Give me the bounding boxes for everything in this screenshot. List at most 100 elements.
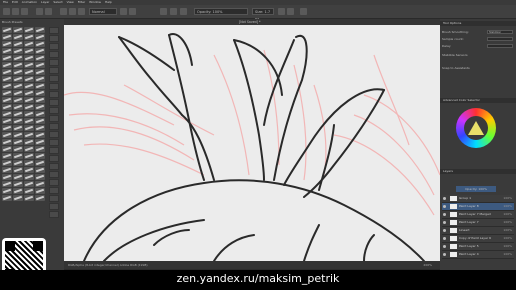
opacity-slider[interactable]: Opacity: 100% [194, 8, 248, 15]
menu-select[interactable]: Select [53, 0, 62, 4]
brush-preset-item[interactable] [35, 34, 45, 40]
brush-preset-item[interactable] [13, 139, 23, 145]
tool-button[interactable] [49, 131, 59, 138]
flip-v-icon[interactable] [287, 8, 294, 15]
menu-view[interactable]: View [67, 0, 74, 4]
wrap-icon[interactable] [300, 8, 307, 15]
stabilize-sensors-row[interactable]: Stabilize Sensors [442, 52, 514, 58]
brush-preset-item[interactable] [13, 195, 23, 201]
tool-button[interactable] [49, 51, 59, 58]
layer-row[interactable]: Group 1 100% [442, 195, 514, 203]
visibility-eye-icon[interactable] [443, 197, 446, 200]
brush-preset-item[interactable] [35, 174, 45, 180]
brush-preset-item[interactable] [24, 153, 34, 159]
brush-preset-item[interactable] [2, 174, 12, 180]
brush-preset-icon[interactable] [78, 8, 85, 15]
brush-preset-item[interactable] [13, 125, 23, 131]
tool-button[interactable] [49, 27, 59, 34]
smoothing-mode-select[interactable]: Stabilizer [487, 30, 513, 34]
layer-row[interactable]: Paint Layer 7 100% [442, 219, 514, 227]
color-triangle-area[interactable] [464, 116, 488, 140]
brush-preset-item[interactable] [13, 167, 23, 173]
brush-preset-item[interactable] [13, 160, 23, 166]
brush-preset-item[interactable] [35, 146, 45, 152]
brush-preset-item[interactable] [13, 111, 23, 117]
menu-animation[interactable]: Animation [22, 0, 37, 4]
brush-preset-item[interactable] [24, 160, 34, 166]
layer-row[interactable]: Paint Layer 7 Merged 100% [442, 211, 514, 219]
brush-preset-item[interactable] [2, 153, 12, 159]
sample-count-slider[interactable] [487, 37, 513, 41]
brush-preset-item[interactable] [24, 97, 34, 103]
tool-button[interactable] [49, 43, 59, 50]
brush-preset-item[interactable] [13, 62, 23, 68]
brush-preset-item[interactable] [35, 55, 45, 61]
brush-preset-item[interactable] [24, 69, 34, 75]
brush-preset-item[interactable] [13, 41, 23, 47]
brush-preset-item[interactable] [24, 104, 34, 110]
layer-row[interactable]: Copy of Paint Layer 6 100% [442, 235, 514, 243]
brush-preset-item[interactable] [35, 41, 45, 47]
brush-preset-item[interactable] [35, 83, 45, 89]
brush-preset-item[interactable] [13, 146, 23, 152]
color-triangle[interactable] [468, 121, 484, 135]
brush-preset-item[interactable] [24, 41, 34, 47]
tool-button[interactable] [49, 147, 59, 154]
zoom-level[interactable]: 200% [423, 261, 432, 269]
tool-button[interactable] [49, 139, 59, 146]
menu-help[interactable]: Help [105, 0, 112, 4]
canvas-drawing[interactable] [64, 25, 440, 261]
brush-preset-item[interactable] [35, 181, 45, 187]
brush-preset-item[interactable] [24, 188, 34, 194]
brush-preset-item[interactable] [24, 195, 34, 201]
brush-preset-item[interactable] [35, 27, 45, 33]
brush-preset-item[interactable] [35, 111, 45, 117]
brush-preset-item[interactable] [13, 55, 23, 61]
brush-preset-item[interactable] [35, 62, 45, 68]
visibility-eye-icon[interactable] [443, 221, 446, 224]
brush-preset-item[interactable] [24, 62, 34, 68]
brush-preset-item[interactable] [35, 104, 45, 110]
brush-preset-item[interactable] [24, 48, 34, 54]
brush-preset-item[interactable] [2, 160, 12, 166]
size-slider[interactable]: Size: 1.7 px [252, 8, 274, 21]
brush-preset-item[interactable] [2, 104, 12, 110]
new-document-icon[interactable] [3, 8, 10, 15]
tool-button[interactable] [49, 99, 59, 106]
brush-preset-item[interactable] [2, 146, 12, 152]
brush-icon[interactable] [170, 8, 177, 15]
brush-preset-item[interactable] [2, 41, 12, 47]
brush-preset-item[interactable] [13, 188, 23, 194]
mirror-icon[interactable] [180, 8, 187, 15]
brush-preset-item[interactable] [13, 153, 23, 159]
brush-preset-item[interactable] [35, 153, 45, 159]
brush-preset-item[interactable] [24, 90, 34, 96]
pattern-icon[interactable] [69, 8, 76, 15]
brush-preset-item[interactable] [24, 167, 34, 173]
tool-button[interactable] [49, 83, 59, 90]
layer-row[interactable]: Paint Layer 8 100% [442, 203, 514, 211]
layer-row[interactable]: Paint Layer 5 100% [442, 243, 514, 251]
brush-preset-item[interactable] [35, 76, 45, 82]
brush-preset-item[interactable] [24, 125, 34, 131]
brush-preset-item[interactable] [13, 48, 23, 54]
brush-preset-item[interactable] [13, 69, 23, 75]
undo-icon[interactable] [36, 8, 43, 15]
brush-preset-item[interactable] [35, 167, 45, 173]
brush-preset-item[interactable] [24, 111, 34, 117]
brush-preset-item[interactable] [2, 139, 12, 145]
brush-preset-item[interactable] [2, 125, 12, 131]
brush-preset-item[interactable] [13, 181, 23, 187]
reload-icon[interactable] [160, 8, 167, 15]
menu-layer[interactable]: Layer [41, 0, 49, 4]
brush-preset-item[interactable] [35, 90, 45, 96]
tool-button[interactable] [49, 155, 59, 162]
brush-preset-item[interactable] [35, 160, 45, 166]
preserve-alpha-icon[interactable] [129, 8, 136, 15]
brush-preset-item[interactable] [24, 174, 34, 180]
brush-preset-item[interactable] [2, 90, 12, 96]
brush-preset-item[interactable] [13, 76, 23, 82]
visibility-eye-icon[interactable] [443, 205, 446, 208]
layer-row[interactable]: Lineart 100% [442, 227, 514, 235]
brush-preset-item[interactable] [2, 48, 12, 54]
